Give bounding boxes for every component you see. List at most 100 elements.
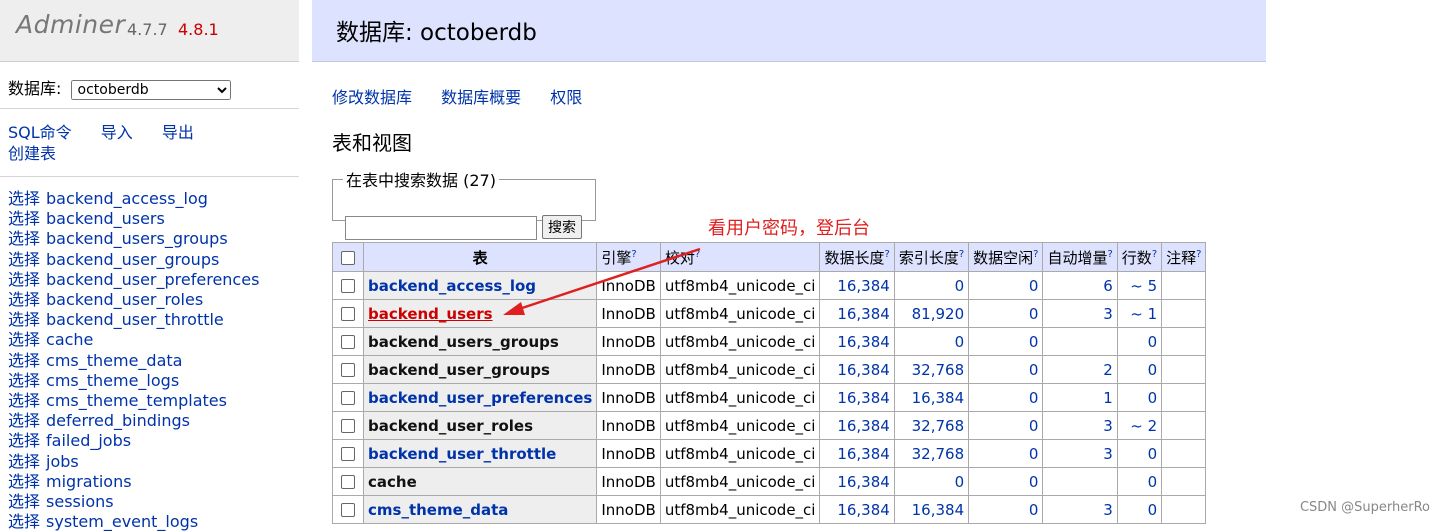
table-name-link[interactable]: backend_user_preferences <box>368 389 592 407</box>
data-free-link[interactable]: 0 <box>1029 305 1039 323</box>
data-free-link[interactable]: 0 <box>1029 417 1039 435</box>
data-length-link[interactable]: 16,384 <box>837 501 890 519</box>
rows-link[interactable]: 0 <box>1148 501 1158 519</box>
select-table-link[interactable]: 选择 <box>8 472 40 491</box>
help-link[interactable]: ? <box>631 249 636 260</box>
rows-link[interactable]: 0 <box>1148 445 1158 463</box>
select-table-link[interactable]: 选择 <box>8 351 40 370</box>
index-length-link[interactable]: 81,920 <box>912 305 965 323</box>
table-name-link[interactable]: backend_user_throttle <box>368 445 556 463</box>
alter-database-link[interactable]: 修改数据库 <box>332 88 412 107</box>
row-checkbox[interactable] <box>341 475 355 489</box>
data-length-link[interactable]: 16,384 <box>837 445 890 463</box>
row-checkbox[interactable] <box>341 363 355 377</box>
table-name-link[interactable]: backend_user_throttle <box>46 310 224 329</box>
row-checkbox[interactable] <box>341 447 355 461</box>
sql-command-link[interactable]: SQL命令 <box>8 123 72 142</box>
help-link[interactable]: ? <box>1107 249 1112 260</box>
table-name-link[interactable]: backend_users_groups <box>46 229 228 248</box>
select-all-checkbox[interactable] <box>341 250 355 265</box>
data-length-link[interactable]: 16,384 <box>837 473 890 491</box>
data-free-link[interactable]: 0 <box>1029 473 1039 491</box>
rows-link[interactable]: ~ 1 <box>1130 305 1157 323</box>
select-table-link[interactable]: 选择 <box>8 391 40 410</box>
table-name-link[interactable]: backend_users_groups <box>368 333 559 351</box>
database-schema-link[interactable]: 数据库概要 <box>441 88 521 107</box>
help-link[interactable]: ? <box>1152 249 1157 260</box>
table-name-link[interactable]: backend_user_preferences <box>46 270 259 289</box>
table-name-link[interactable]: sessions <box>46 492 114 511</box>
row-checkbox[interactable] <box>341 307 355 321</box>
data-free-link[interactable]: 0 <box>1029 445 1039 463</box>
table-name-link[interactable]: backend_user_roles <box>368 417 533 435</box>
table-name-link[interactable]: backend_access_log <box>46 189 208 208</box>
table-name-link[interactable]: cms_theme_templates <box>46 391 227 410</box>
index-length-link[interactable]: 32,768 <box>912 417 965 435</box>
import-link[interactable]: 导入 <box>101 123 133 142</box>
table-name-link[interactable]: backend_user_groups <box>368 361 550 379</box>
rows-link[interactable]: ~ 2 <box>1130 417 1157 435</box>
data-free-link[interactable]: 0 <box>1029 501 1039 519</box>
select-table-link[interactable]: 选择 <box>8 209 40 228</box>
index-length-link[interactable]: 32,768 <box>912 445 965 463</box>
select-table-link[interactable]: 选择 <box>8 330 40 349</box>
search-button[interactable]: 搜索 <box>542 215 582 239</box>
index-length-link[interactable]: 16,384 <box>912 501 965 519</box>
select-table-link[interactable]: 选择 <box>8 431 40 450</box>
index-length-link[interactable]: 32,768 <box>912 361 965 379</box>
row-checkbox[interactable] <box>341 503 355 517</box>
select-table-link[interactable]: 选择 <box>8 290 40 309</box>
select-table-link[interactable]: 选择 <box>8 492 40 511</box>
select-table-link[interactable]: 选择 <box>8 229 40 248</box>
index-length-link[interactable]: 0 <box>955 277 965 295</box>
auto-increment-link[interactable]: 3 <box>1103 501 1113 519</box>
row-checkbox[interactable] <box>341 419 355 433</box>
row-checkbox[interactable] <box>341 391 355 405</box>
table-name-link[interactable]: backend_user_groups <box>46 250 219 269</box>
help-link[interactable]: ? <box>885 249 890 260</box>
auto-increment-link[interactable]: 3 <box>1103 417 1113 435</box>
data-length-link[interactable]: 16,384 <box>837 305 890 323</box>
help-link[interactable]: ? <box>1033 249 1038 260</box>
auto-increment-link[interactable]: 3 <box>1103 305 1113 323</box>
export-link[interactable]: 导出 <box>162 123 194 142</box>
version-new-link[interactable]: 4.8.1 <box>178 20 219 39</box>
select-table-link[interactable]: 选择 <box>8 270 40 289</box>
row-checkbox[interactable] <box>341 335 355 349</box>
help-link[interactable]: ? <box>1196 249 1201 260</box>
data-free-link[interactable]: 0 <box>1029 333 1039 351</box>
data-length-link[interactable]: 16,384 <box>837 361 890 379</box>
help-link[interactable]: ? <box>959 249 964 260</box>
table-name-link[interactable]: jobs <box>46 452 79 471</box>
table-name-link[interactable]: backend_users <box>46 209 165 228</box>
select-table-link[interactable]: 选择 <box>8 371 40 390</box>
data-length-link[interactable]: 16,384 <box>837 333 890 351</box>
table-name-link[interactable]: cms_theme_data <box>368 501 508 519</box>
data-free-link[interactable]: 0 <box>1029 389 1039 407</box>
table-name-link[interactable]: deferred_bindings <box>46 411 190 430</box>
index-length-link[interactable]: 16,384 <box>912 389 965 407</box>
data-length-link[interactable]: 16,384 <box>837 389 890 407</box>
table-name-link[interactable]: backend_user_roles <box>46 290 203 309</box>
privileges-link[interactable]: 权限 <box>550 88 582 107</box>
table-name-link[interactable]: cache <box>368 473 417 491</box>
rows-link[interactable]: 0 <box>1148 389 1158 407</box>
table-name-link[interactable]: cache <box>46 330 93 349</box>
auto-increment-link[interactable]: 3 <box>1103 445 1113 463</box>
data-length-link[interactable]: 16,384 <box>837 277 890 295</box>
index-length-link[interactable]: 0 <box>955 473 965 491</box>
search-input[interactable] <box>345 216 537 240</box>
table-name-link[interactable]: backend_access_log <box>368 277 536 295</box>
table-name-link[interactable]: system_event_logs <box>46 512 198 531</box>
db-select[interactable]: octoberdb <box>70 79 231 100</box>
rows-link[interactable]: 0 <box>1148 333 1158 351</box>
index-length-link[interactable]: 0 <box>955 333 965 351</box>
select-table-link[interactable]: 选择 <box>8 250 40 269</box>
data-free-link[interactable]: 0 <box>1029 361 1039 379</box>
select-table-link[interactable]: 选择 <box>8 411 40 430</box>
rows-link[interactable]: ~ 5 <box>1130 277 1157 295</box>
adminer-logo[interactable]: Adminer <box>16 10 125 39</box>
data-length-link[interactable]: 16,384 <box>837 417 890 435</box>
table-name-link[interactable]: cms_theme_data <box>46 351 182 370</box>
auto-increment-link[interactable]: 6 <box>1103 277 1113 295</box>
